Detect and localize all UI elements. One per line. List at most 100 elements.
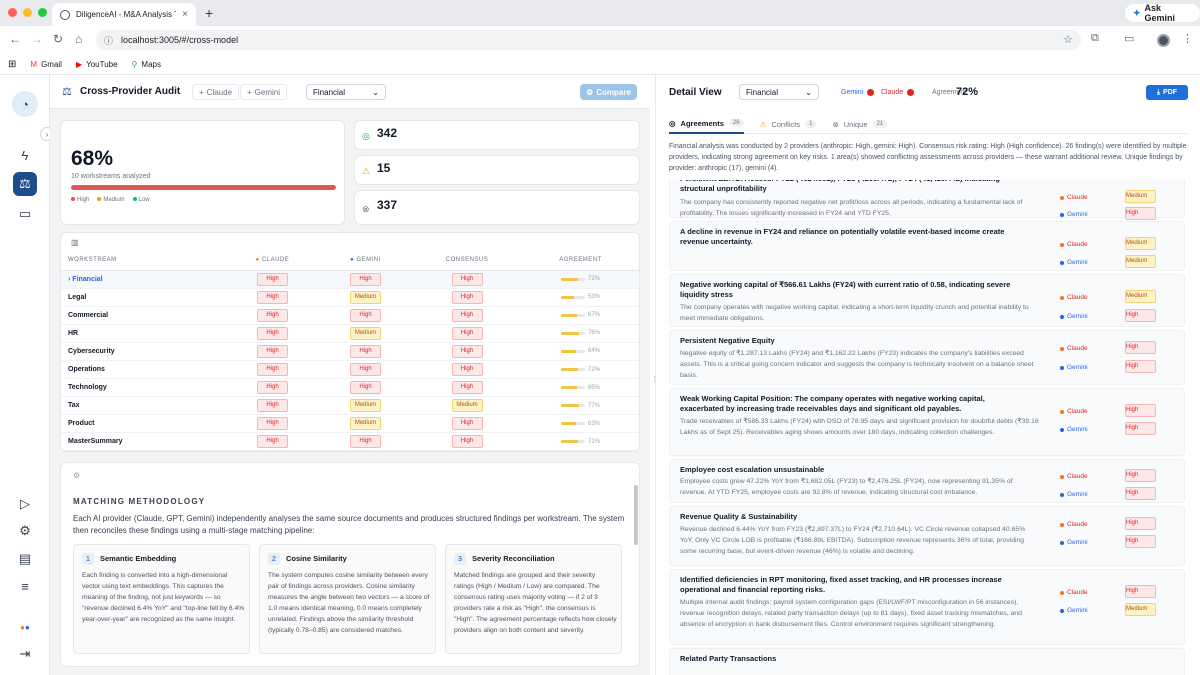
agreements-stat-card[interactable]: ◎ 342 (354, 120, 640, 150)
severity-badge: High (1125, 207, 1156, 220)
bookmark-youtube[interactable]: ▶ YouTube (76, 60, 118, 69)
matrix-row[interactable]: HR High Medium High 76% (61, 324, 639, 343)
status-dots-icon: ● ● (20, 622, 30, 632)
claude-cell: High (226, 306, 319, 325)
claude-cell: High (226, 414, 319, 434)
analysis-summary: Financial analysis was conducted by 2 pr… (669, 143, 1187, 172)
logout-icon[interactable]: ⇥ (13, 642, 37, 666)
browser-tab[interactable]: DiligenceAI - M&A Analysis To × (52, 3, 196, 26)
menu-icon[interactable]: ⋮ (1182, 32, 1193, 45)
consensus-cell: High (412, 360, 522, 380)
bookmark-star-icon[interactable]: ☆ (1063, 33, 1073, 46)
finding-card[interactable]: Revenue Quality & Sustainability Revenue … (669, 506, 1185, 566)
tab-conflicts[interactable]: ⚠ Conflicts 1 (760, 114, 817, 134)
workstream-name: HR (61, 324, 226, 343)
new-tab-button[interactable]: + (205, 5, 213, 21)
finding-card[interactable]: Employee cost escalation unsustainable Em… (669, 459, 1185, 503)
finding-provider-claude: Claude (1060, 345, 1088, 352)
unique-stat-card[interactable]: ⊗ 337 (354, 190, 640, 225)
forward-icon[interactable]: → (31, 32, 43, 46)
claude-cell: High (226, 432, 319, 451)
agreement-cell: 63% (522, 414, 639, 434)
finding-card[interactable]: Persistent EBITDA losses: FY22 (₹624.86L… (669, 180, 1185, 220)
tab-count: 21 (872, 120, 888, 128)
gemini-severity: High (1125, 422, 1156, 435)
chip-claude[interactable]: + Claude (192, 84, 240, 100)
finding-card[interactable]: A decline in revenue in FY24 and relianc… (669, 221, 1185, 271)
matrix-row[interactable]: Product High Medium High 63% (61, 414, 639, 434)
agreement-cell: 64% (522, 342, 639, 361)
detail-pane: Detail View Financial ⌄ Gemini Claude Agr… (655, 75, 1200, 675)
check-circle-icon: ◎ (362, 131, 370, 141)
scrollbar-thumb[interactable] (634, 485, 638, 545)
window-close-button[interactable] (8, 8, 17, 17)
check-circle-icon: ◎ (669, 118, 676, 128)
extensions-icon[interactable]: ⧉ (1091, 32, 1099, 45)
bookmark-gmail[interactable]: M Gmail (30, 60, 62, 69)
close-icon[interactable]: × (182, 9, 188, 20)
pdf-export-button[interactable]: ⤓ PDF (1146, 85, 1188, 100)
apps-grid-icon[interactable]: ⊞ (8, 59, 16, 70)
chart-icon[interactable]: ▤ (13, 547, 37, 571)
reload-icon[interactable]: ↻ (53, 32, 63, 46)
matrix-row[interactable]: Technology High High High 65% (61, 378, 639, 398)
scale-icon[interactable]: ⚖ (13, 172, 37, 196)
window-zoom-button[interactable] (38, 8, 47, 17)
app-root: ◔ › ϟ ⚖ ▭ ▷ ⚙ ▤ ≡ ● ● ⇥ ⚖ Cross-Provider … (0, 75, 1200, 675)
finding-card[interactable]: Persistent Negative Equity Negative equit… (669, 330, 1185, 385)
ask-gemini-button[interactable]: ✦ Ask Gemini (1125, 3, 1200, 23)
agreement-cell: 71% (522, 432, 639, 451)
sliders-icon[interactable]: ≡ (13, 574, 37, 598)
bolt-icon[interactable]: ϟ (13, 143, 37, 167)
site-info-icon[interactable]: ⓘ (104, 34, 113, 47)
table-icon: ▥ (71, 238, 79, 247)
chip-gemini[interactable]: + Gemini (240, 84, 288, 100)
tab-unique[interactable]: ⊗ Unique 21 (832, 114, 888, 134)
gemini-cell: High (319, 432, 412, 451)
matrix-row[interactable]: Tax High Medium Medium 77% (61, 396, 639, 416)
back-icon[interactable]: ← (9, 32, 21, 46)
finding-provider-gemini: Gemini (1060, 426, 1088, 433)
finding-provider-claude: Claude (1060, 241, 1088, 248)
gear-icon[interactable]: ⚙ (13, 519, 37, 543)
severity-badge: High (451, 326, 483, 340)
warning-icon: ⚠ (759, 119, 767, 129)
severity-badge: Medium (350, 399, 381, 413)
matrix-row[interactable]: Legal High Medium High 53% (61, 288, 639, 307)
matrix-row[interactable]: › Financial High High High 72% (61, 270, 639, 289)
app-logo-icon[interactable]: ◔ (12, 91, 38, 117)
bookmark-label: Gmail (41, 59, 62, 69)
conflicts-stat-card[interactable]: ⚠ 15 (354, 155, 640, 185)
finding-card[interactable]: Related Party Transactions (669, 648, 1185, 675)
compare-button[interactable]: ⚙ Compare (580, 84, 637, 100)
col-agreement: Agreement (522, 251, 639, 271)
severity-badge: High (1125, 404, 1156, 417)
matrix-row[interactable]: Cybersecurity High High High 64% (61, 342, 639, 361)
provider-gemini-indicator: Gemini (841, 89, 875, 96)
finding-card[interactable]: Weak Working Capital Position: The compa… (669, 388, 1185, 456)
matrix-row[interactable]: Commercial High High High 67% (61, 306, 639, 325)
plus-icon: + (247, 87, 252, 97)
play-icon[interactable]: ▷ (13, 492, 37, 516)
sparkle-icon: ✦ (1133, 7, 1141, 18)
gmail-icon: M (30, 59, 38, 69)
sidebar-icon[interactable]: ▭ (1124, 32, 1134, 45)
home-icon[interactable]: ⌂ (75, 32, 82, 46)
tab-agreements[interactable]: ◎ Agreements 26 (669, 114, 744, 134)
profile-avatar[interactable] (1157, 34, 1170, 47)
chat-icon[interactable]: ▭ (13, 202, 37, 226)
finding-description: Trade receivables of ₹586.33 Lakhs (FY24… (680, 418, 1039, 436)
url-input[interactable]: ⓘ localhost:3005/#/cross-model ☆ (96, 30, 1081, 50)
nav-rail: ◔ › ϟ ⚖ ▭ ▷ ⚙ ▤ ≡ ● ● ⇥ (0, 75, 54, 675)
window-minimize-button[interactable] (23, 8, 32, 17)
workstream-select[interactable]: Financial ⌄ (306, 84, 386, 100)
severity-badge: High (257, 344, 288, 358)
matrix-row[interactable]: Operations High High High 72% (61, 360, 639, 380)
finding-card[interactable]: Identified deficiencies in RPT monitorin… (669, 569, 1185, 645)
provider-label: Claude (881, 89, 904, 96)
matrix-row[interactable]: MasterSummary High High High 71% (61, 432, 639, 451)
finding-card[interactable]: Negative working capital of ₹566.61 Lakh… (669, 274, 1185, 327)
bookmark-maps[interactable]: ⚲ Maps (132, 60, 161, 69)
detail-workstream-select[interactable]: Financial ⌄ (739, 84, 819, 100)
chevron-down-icon: ⌄ (805, 87, 812, 97)
